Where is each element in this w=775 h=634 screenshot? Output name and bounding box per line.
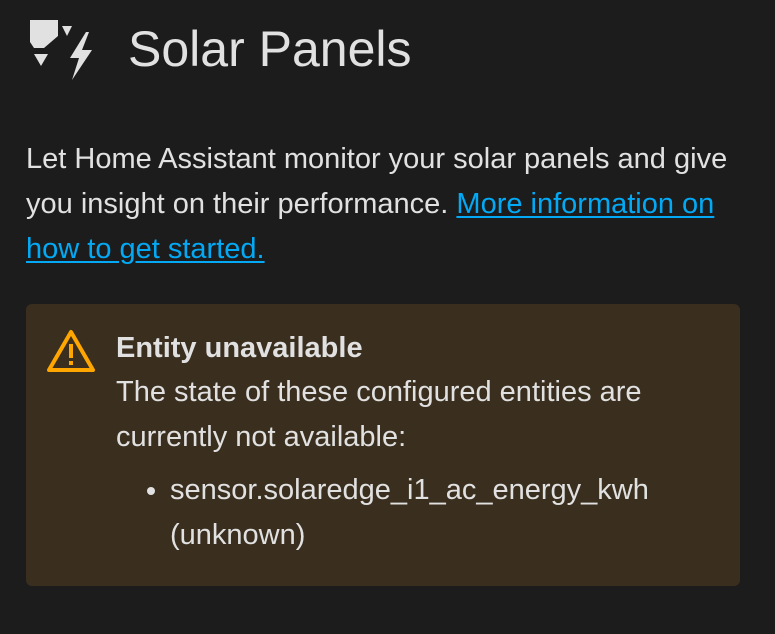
alert-triangle-icon: [46, 328, 96, 374]
card-header: Solar Panels: [26, 14, 412, 84]
solar-panels-card: Solar Panels Let Home Assistant monitor …: [0, 0, 775, 634]
unavailable-entity-list: sensor.solaredge_i1_ac_energy_kwh (unkno…: [116, 468, 716, 558]
page-title: Solar Panels: [128, 21, 412, 77]
alert-content: Entity unavailable The state of these co…: [116, 326, 716, 558]
warning-alert: Entity unavailable The state of these co…: [26, 304, 740, 586]
list-item: sensor.solaredge_i1_ac_energy_kwh (unkno…: [170, 468, 716, 558]
description-text: Let Home Assistant monitor your solar pa…: [26, 137, 756, 272]
solar-power-icon: [26, 14, 98, 84]
alert-message: The state of these configured entities a…: [116, 376, 642, 453]
alert-title: Entity unavailable: [116, 332, 363, 364]
